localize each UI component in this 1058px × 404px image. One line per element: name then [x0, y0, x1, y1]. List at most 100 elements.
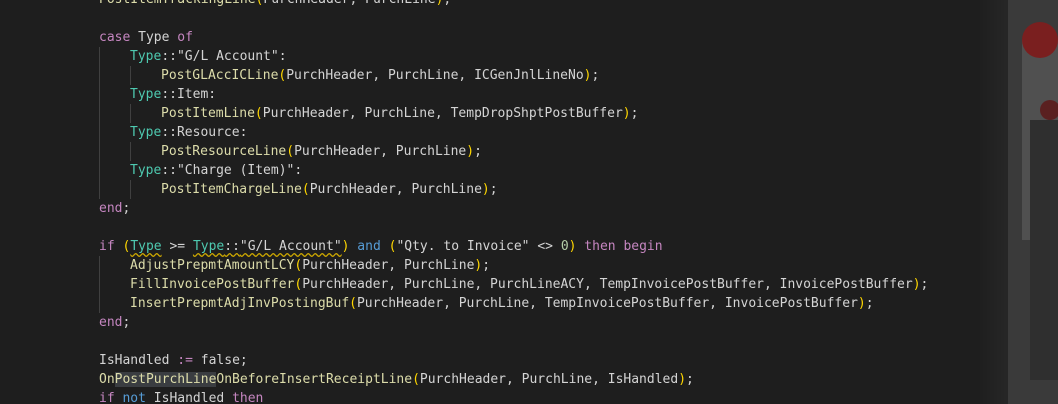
code-text: case Type of [99, 28, 193, 47]
code-line[interactable]: PostGLAccICLine(PurchHeader, PurchLine, … [0, 66, 1058, 85]
code-line[interactable]: FillInvoicePostBuffer(PurchHeader, Purch… [0, 275, 1058, 294]
code-text: PostGLAccICLine(PurchHeader, PurchLine, … [161, 66, 599, 85]
code-token: ; [591, 68, 600, 83]
indent-guide [130, 66, 131, 85]
code-token: PostGLAccICLine [161, 68, 279, 83]
code-line[interactable]: Type::"G/L Account": [0, 47, 1058, 66]
code-text: PostResourceLine(PurchHeader, PurchLine)… [161, 142, 482, 161]
code-token: :: [161, 87, 177, 102]
code-text: if not IsHandled then [99, 389, 263, 404]
code-token: of [169, 30, 193, 45]
code-text: if (Type >= Type::"G/L Account") and ("Q… [99, 237, 663, 256]
code-line[interactable]: Type::Item: [0, 85, 1058, 104]
code-line[interactable]: PostItemChargeLine(PurchHeader, PurchLin… [0, 180, 1058, 199]
code-token: PostPurchLine [114, 372, 217, 387]
code-token: "Charge (Item)" [176, 163, 295, 178]
code-token: PostItemChargeLine [161, 182, 302, 197]
code-text: Type::Resource: [130, 123, 247, 142]
code-line[interactable]: end; [0, 313, 1058, 332]
code-token: PurchHeader, PurchLine [294, 144, 467, 159]
code-line[interactable]: if not IsHandled then [0, 389, 1058, 404]
indent-guide [99, 47, 100, 66]
code-token: : [278, 49, 287, 64]
background-wallpaper-image [978, 0, 1058, 404]
code-token: <> [529, 239, 561, 254]
code-line[interactable]: PostItemLine(PurchHeader, PurchLine, Tem… [0, 104, 1058, 123]
code-text: OnPostPurchLineOnBeforeInsertReceiptLine… [99, 370, 694, 389]
code-token: then begin [576, 239, 663, 254]
code-text: FillInvoicePostBuffer(PurchHeader, Purch… [130, 275, 928, 294]
code-token: false [200, 353, 240, 368]
code-token: and [349, 239, 389, 254]
code-token: Type [138, 30, 170, 45]
code-token: "G/L Account" [176, 49, 279, 64]
code-token: Type [192, 239, 225, 254]
code-token: if [99, 239, 123, 254]
code-line[interactable]: IsHandled := false; [0, 351, 1058, 370]
code-token: Item [176, 87, 209, 102]
indent-guide [99, 161, 100, 180]
code-token: ; [443, 0, 451, 7]
code-token: Resource [176, 125, 240, 140]
indent-guide [99, 123, 100, 142]
code-token: : [294, 163, 303, 178]
code-text: end; [99, 313, 130, 332]
code-token: end [99, 315, 123, 330]
code-token: Type [130, 239, 162, 254]
code-token: ( [254, 106, 263, 121]
code-token: if [99, 391, 123, 404]
code-line[interactable] [0, 332, 1058, 351]
code-line[interactable]: Type::"Charge (Item)": [0, 161, 1058, 180]
code-token: PurchHeader, PurchLine, TempInvoicePostB… [356, 296, 858, 311]
code-token: ; [122, 315, 131, 330]
code-text: Type::"G/L Account": [130, 47, 287, 66]
code-token: Type [130, 87, 162, 102]
code-line[interactable]: Type::Resource: [0, 123, 1058, 142]
indent-guide [99, 104, 100, 123]
code-token: FillInvoicePostBuffer [130, 277, 295, 292]
code-line[interactable]: PostResourceLine(PurchHeader, PurchLine)… [0, 142, 1058, 161]
code-line[interactable]: InsertPrepmtAdjInvPostingBuf(PurchHeader… [0, 294, 1058, 313]
code-token: :: [224, 239, 240, 254]
indent-guide [99, 294, 100, 313]
code-token: IsHandled [153, 391, 225, 404]
code-token: PurchHeader, PurchLine [302, 258, 475, 273]
code-token: PurchHeader, PurchLine, TempDropShptPost… [262, 106, 623, 121]
code-text: PostItemTrackingLine(PurchHeader, PurchL… [99, 0, 451, 9]
code-token: On [99, 372, 115, 387]
code-token: ) [857, 296, 866, 311]
code-text: Type::Item: [130, 85, 216, 104]
indent-guide [130, 104, 131, 123]
code-line[interactable]: end; [0, 199, 1058, 218]
code-token: ) [912, 277, 921, 292]
code-token: PurchHeader, PurchLine, IsHandled [419, 372, 679, 387]
code-editor[interactable]: PostItemTrackingLine(PurchHeader, PurchL… [0, 0, 1058, 404]
code-text: Type::"Charge (Item)": [130, 161, 302, 180]
code-token: ; [474, 144, 482, 159]
code-token: := [169, 353, 201, 368]
code-text: end; [99, 199, 130, 218]
code-token: PostItemLine [161, 106, 255, 121]
code-lines[interactable]: PostItemTrackingLine(PurchHeader, PurchL… [0, 0, 1058, 404]
code-token: PurchHeader, PurchLine, ICGenJnlLineNo [286, 68, 584, 83]
code-token: ; [239, 353, 248, 368]
code-token: ; [686, 372, 694, 387]
code-line[interactable]: PostItemTrackingLine(PurchHeader, PurchL… [0, 0, 1058, 9]
code-token: ; [920, 277, 929, 292]
code-line[interactable]: case Type of [0, 28, 1058, 47]
code-token: 0 [560, 239, 569, 254]
code-token: PurchHeader, PurchLine, PurchLineACY, Te… [302, 277, 913, 292]
code-text: IsHandled := false; [99, 351, 248, 370]
code-token: Type [130, 125, 162, 140]
indent-guide [99, 275, 100, 294]
code-text: PostItemLine(PurchHeader, PurchLine, Tem… [161, 104, 638, 123]
code-line[interactable]: if (Type >= Type::"G/L Account") and ("Q… [0, 237, 1058, 256]
code-token: ; [482, 258, 491, 273]
code-line[interactable] [0, 218, 1058, 237]
code-line[interactable]: AdjustPrepmtAmountLCY(PurchHeader, Purch… [0, 256, 1058, 275]
code-token: then [224, 391, 264, 404]
code-line[interactable] [0, 9, 1058, 28]
indent-guide [130, 142, 131, 161]
code-token: ; [122, 201, 131, 216]
code-line[interactable]: OnPostPurchLineOnBeforeInsertReceiptLine… [0, 370, 1058, 389]
